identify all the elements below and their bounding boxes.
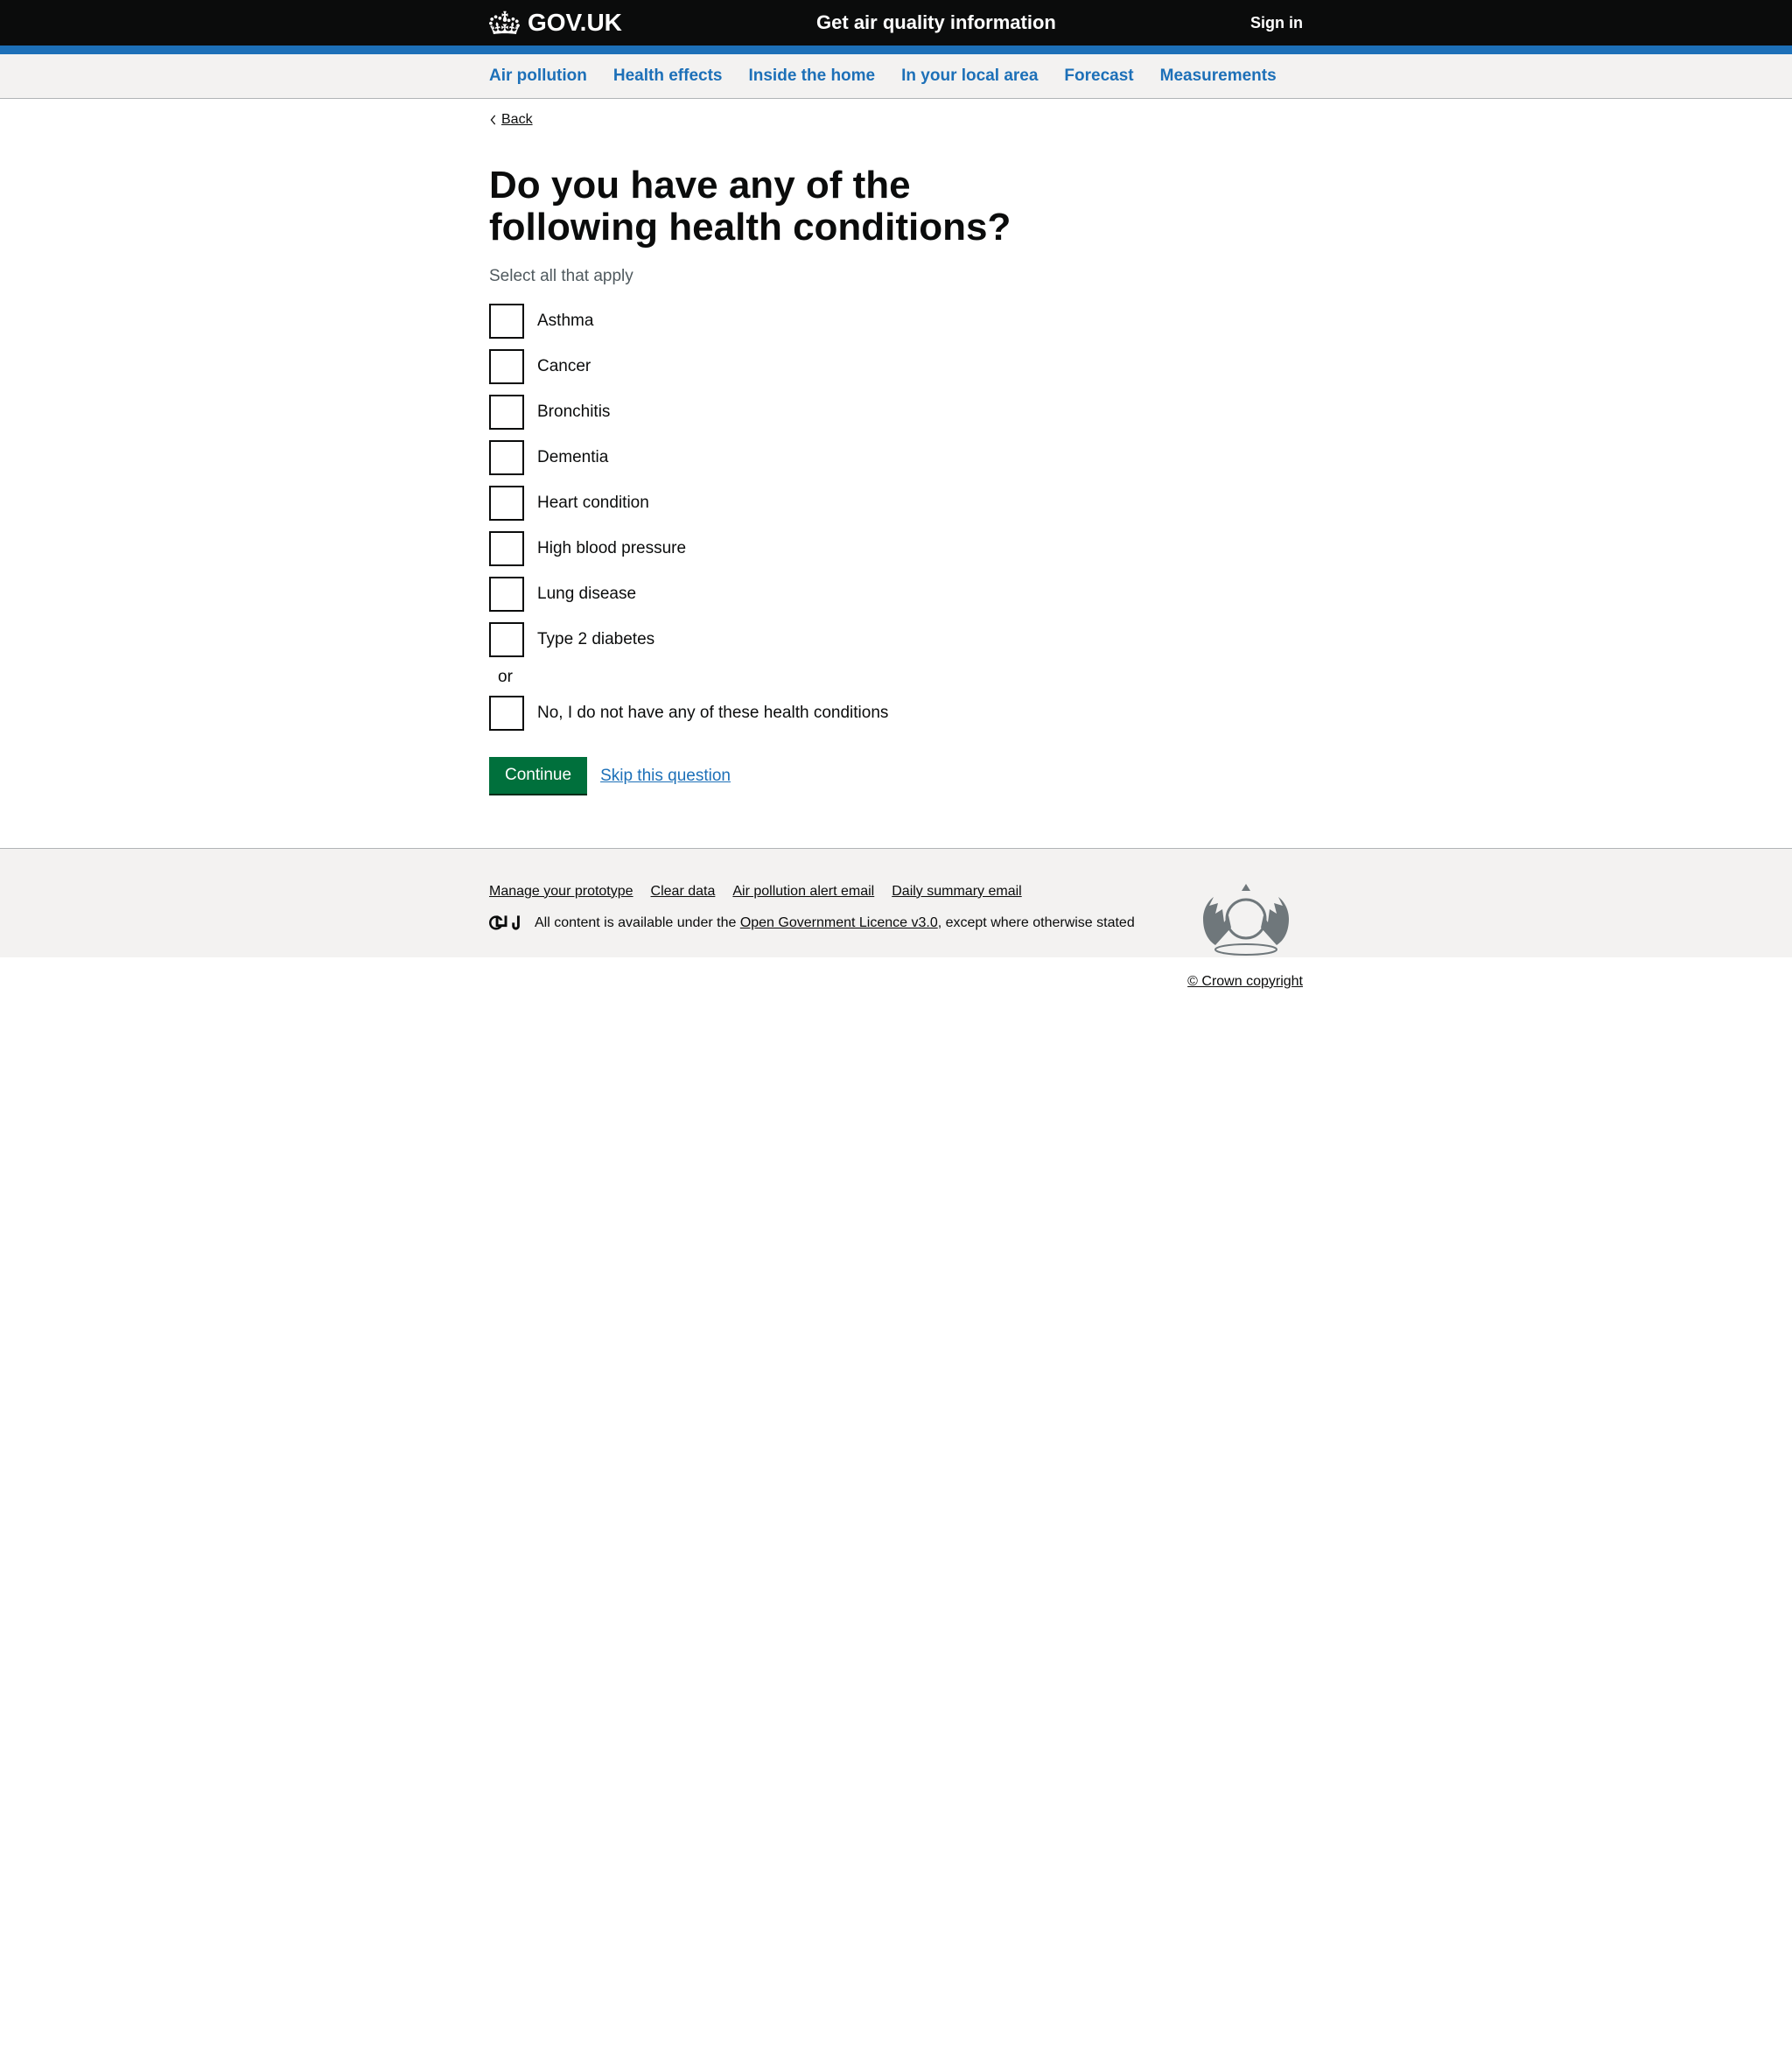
checkbox-item[interactable]: Heart condition	[489, 486, 1303, 521]
checkbox-box[interactable]	[489, 622, 524, 657]
checkbox-item[interactable]: Type 2 diabetes	[489, 622, 1303, 657]
checkbox-group: Asthma Cancer Bronchitis Dementia Heart …	[489, 304, 1303, 731]
signin-link[interactable]: Sign in	[1250, 14, 1303, 32]
question-hint: Select all that apply	[489, 267, 1303, 286]
govuk-logo-text: GOV.UK	[528, 9, 622, 37]
site-footer: © Crown copyright Manage your prototype …	[0, 848, 1792, 957]
nav-inside-home[interactable]: Inside the home	[748, 54, 875, 98]
checkbox-label: Dementia	[537, 448, 608, 467]
footer-coat-arms: © Crown copyright	[1187, 875, 1303, 990]
checkbox-box[interactable]	[489, 577, 524, 612]
main-nav: Air pollution Health effects Inside the …	[0, 54, 1792, 99]
skip-link[interactable]: Skip this question	[600, 767, 731, 786]
licence-text: All content is available under the Open …	[535, 915, 1135, 931]
checkbox-label: Cancer	[537, 357, 591, 376]
checkbox-box[interactable]	[489, 696, 524, 731]
crown-copyright-link[interactable]: © Crown copyright	[1187, 974, 1303, 990]
continue-button[interactable]: Continue	[489, 757, 587, 795]
service-title: Get air quality information	[622, 11, 1250, 34]
checkbox-item-none[interactable]: No, I do not have any of these health co…	[489, 696, 1303, 731]
checkbox-item[interactable]: Cancer	[489, 349, 1303, 384]
checkbox-label: Lung disease	[537, 585, 636, 604]
nav-local-area[interactable]: In your local area	[901, 54, 1038, 98]
checkbox-item[interactable]: Dementia	[489, 440, 1303, 475]
site-header: GOV.UK Get air quality information Sign …	[0, 0, 1792, 54]
main-content: Do you have any of the following health …	[476, 130, 1316, 848]
footer-link-clear-data[interactable]: Clear data	[651, 884, 716, 900]
footer-links: Manage your prototype Clear data Air pol…	[489, 884, 1303, 900]
checkbox-item[interactable]: Lung disease	[489, 577, 1303, 612]
crown-icon	[489, 10, 521, 36]
checkbox-label: Asthma	[537, 312, 593, 331]
footer-link-manage-prototype[interactable]: Manage your prototype	[489, 884, 634, 900]
nav-health-effects[interactable]: Health effects	[613, 54, 723, 98]
checkbox-box[interactable]	[489, 440, 524, 475]
checkbox-label: High blood pressure	[537, 539, 686, 558]
checkbox-box[interactable]	[489, 395, 524, 430]
footer-licence: All content is available under the Open …	[489, 915, 1303, 931]
nav-measurements[interactable]: Measurements	[1160, 54, 1277, 98]
footer-link-alert-email[interactable]: Air pollution alert email	[732, 884, 874, 900]
chevron-left-icon	[489, 115, 498, 125]
checkbox-box[interactable]	[489, 304, 524, 339]
or-divider: or	[498, 668, 1303, 687]
checkbox-label: No, I do not have any of these health co…	[537, 704, 888, 723]
checkbox-box[interactable]	[489, 531, 524, 566]
coat-of-arms-icon	[1189, 875, 1303, 963]
checkbox-item[interactable]: High blood pressure	[489, 531, 1303, 566]
checkbox-item[interactable]: Asthma	[489, 304, 1303, 339]
nav-forecast[interactable]: Forecast	[1064, 54, 1133, 98]
checkbox-label: Bronchitis	[537, 403, 610, 422]
footer-link-daily-summary[interactable]: Daily summary email	[892, 884, 1021, 900]
back-link[interactable]: Back	[489, 112, 533, 128]
checkbox-box[interactable]	[489, 349, 524, 384]
checkbox-label: Type 2 diabetes	[537, 630, 654, 649]
checkbox-item[interactable]: Bronchitis	[489, 395, 1303, 430]
back-link-text: Back	[501, 112, 533, 128]
checkbox-box[interactable]	[489, 486, 524, 521]
ogl-icon	[489, 915, 524, 930]
nav-air-pollution[interactable]: Air pollution	[489, 54, 587, 98]
checkbox-label: Heart condition	[537, 494, 649, 513]
govuk-logo-link[interactable]: GOV.UK	[489, 9, 622, 37]
page-heading: Do you have any of the following health …	[489, 165, 1026, 249]
ogl-link[interactable]: Open Government Licence v3.0	[740, 915, 938, 930]
